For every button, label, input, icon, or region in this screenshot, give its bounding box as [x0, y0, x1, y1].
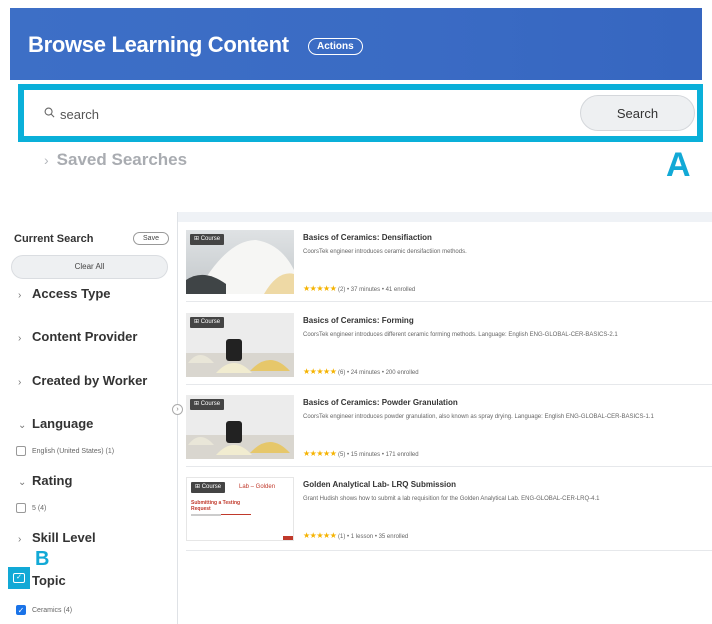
result-description: CoorsTek engineer introduces ceramic den…	[303, 249, 467, 255]
result-description: CoorsTek engineer introduces powder gran…	[303, 414, 654, 420]
course-badge: ⊞ Course	[190, 399, 225, 410]
result-item[interactable]: Lab – Golden Submitting a Testing Reques…	[186, 469, 712, 551]
chevron-down-icon: ⌄	[18, 477, 27, 488]
course-thumbnail: ⊞ Course	[186, 395, 294, 459]
check-icon: ✓	[13, 573, 25, 583]
facet-content-provider[interactable]: › Content Provider	[18, 329, 137, 344]
facet-access-type[interactable]: › Access Type	[18, 286, 111, 301]
search-bar-highlight: Search	[18, 84, 703, 142]
result-item[interactable]: ⊞ Course Basics of Ceramics: Densifiacti…	[186, 222, 712, 302]
course-icon: ⊞	[194, 319, 200, 325]
course-thumbnail: ⊞ Course	[186, 230, 294, 294]
facet-rating[interactable]: ⌄ Rating	[18, 473, 72, 488]
option-language-english[interactable]: English (United States) (1)	[16, 446, 114, 456]
result-meta: ★★★★★ (6) • 24 minutes • 200 enrolled	[303, 367, 419, 376]
chevron-right-icon: ›	[18, 377, 22, 388]
page-title: Browse Learning Content	[28, 32, 289, 57]
search-icon	[44, 107, 55, 118]
checkbox-checked[interactable]: ✓	[16, 605, 26, 615]
thumb-line	[191, 514, 221, 516]
actions-button[interactable]: Actions	[308, 38, 363, 55]
facet-created-by-worker[interactable]: › Created by Worker	[18, 373, 147, 388]
save-search-button[interactable]: Save	[133, 232, 169, 245]
result-meta: ★★★★★ (5) • 15 minutes • 171 enrolled	[303, 449, 419, 458]
course-icon: ⊞	[194, 236, 200, 242]
chevron-right-icon: ›	[18, 290, 22, 301]
course-thumbnail: ⊞ Course	[186, 313, 294, 377]
result-description: CoorsTek engineer introduces different c…	[303, 332, 618, 338]
course-badge: ⊞ Course	[190, 234, 225, 245]
checkbox[interactable]	[16, 446, 26, 456]
course-badge: ⊞ Course	[190, 317, 225, 328]
rating-stars: ★★★★★	[303, 449, 337, 458]
course-icon: ⊞	[195, 484, 201, 490]
checkbox[interactable]	[16, 503, 26, 513]
page-header: Browse Learning Content Actions	[10, 8, 702, 80]
course-icon: ⊞	[194, 401, 200, 407]
search-field[interactable]	[38, 101, 594, 127]
filter-sidebar: Current Search Save Clear All › Access Ty…	[0, 212, 178, 624]
chevron-right-icon: ›	[18, 333, 22, 344]
result-meta: ★★★★★ (2) • 37 minutes • 41 enrolled	[303, 284, 416, 293]
results-top-divider	[178, 212, 712, 222]
saved-searches-label: Saved Searches	[56, 150, 188, 169]
result-description: Grant Hudish shows how to submit a lab r…	[303, 496, 600, 502]
clear-all-button[interactable]: Clear All	[11, 255, 168, 279]
chevron-down-icon: ⌄	[18, 420, 27, 431]
rating-stars: ★★★★★	[303, 531, 337, 540]
chevron-right-icon: ›	[44, 152, 49, 168]
search-button[interactable]: Search	[580, 95, 695, 131]
sidebar-collapse-icon[interactable]: ›	[172, 404, 183, 415]
saved-searches-toggle[interactable]: › Saved Searches	[44, 150, 187, 170]
thumb-subheading: Submitting a Testing Request	[191, 500, 251, 515]
facet-topic[interactable]: Topic	[32, 573, 66, 588]
chevron-right-icon: ›	[18, 534, 22, 545]
annotation-label-a: A	[666, 146, 691, 184]
current-search-label: Current Search	[14, 233, 94, 245]
result-meta: ★★★★★ (1) • 1 lesson • 35 enrolled	[303, 531, 409, 540]
result-title[interactable]: Basics of Ceramics: Densifiaction	[303, 233, 432, 242]
result-title[interactable]: Basics of Ceramics: Forming	[303, 316, 414, 325]
annotation-label-b: B	[35, 548, 50, 570]
facet-skill-level[interactable]: › Skill Level	[18, 530, 96, 545]
thumb-heading: Lab – Golden	[239, 484, 276, 490]
option-topic-ceramics[interactable]: ✓ Ceramics (4)	[16, 605, 72, 615]
result-title[interactable]: Basics of Ceramics: Powder Granulation	[303, 398, 458, 407]
topic-checkbox-highlight[interactable]: ✓	[8, 567, 30, 589]
search-input[interactable]	[60, 102, 580, 126]
course-badge: ⊞ Course	[191, 482, 226, 493]
thumb-logo	[283, 536, 293, 540]
browse-learning-page: Browse Learning Content Actions Search A…	[0, 0, 712, 624]
rating-stars: ★★★★★	[303, 284, 337, 293]
rating-stars: ★★★★★	[303, 367, 337, 376]
result-item[interactable]: ⊞ Course Basics of Ceramics: Forming Coo…	[186, 305, 712, 385]
option-rating-5[interactable]: 5 (4)	[16, 503, 46, 513]
facet-language[interactable]: ⌄ Language	[18, 416, 93, 431]
result-title[interactable]: Golden Analytical Lab- LRQ Submission	[303, 480, 456, 489]
result-item[interactable]: ⊞ Course Basics of Ceramics: Powder Gran…	[186, 387, 712, 467]
course-thumbnail: Lab – Golden Submitting a Testing Reques…	[186, 477, 294, 541]
